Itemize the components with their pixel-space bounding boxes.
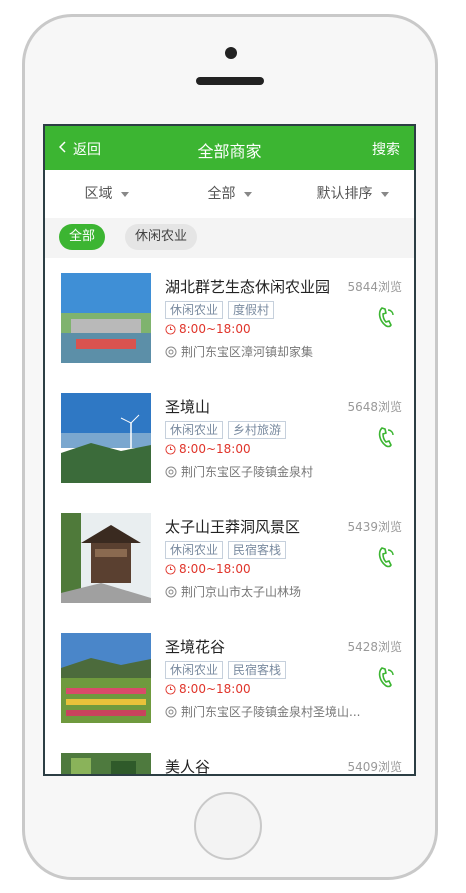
list-item[interactable]: 太子山王莽洞风景区 5439浏览 休闲农业 民宿客栈 8:00~18:00 荆门…	[45, 498, 414, 619]
category-labels: 休闲农业 乡村旅游	[165, 421, 287, 439]
opening-hours: 8:00~18:00	[165, 682, 251, 696]
list-item[interactable]: 美人谷 5409浏览	[45, 738, 414, 776]
address: 荆门东宝区漳河镇却家集	[165, 343, 313, 360]
merchant-name: 圣境花谷	[165, 638, 226, 656]
category-label: 休闲农业	[165, 421, 224, 439]
phone-call-icon[interactable]	[374, 664, 398, 690]
merchant-name: 太子山王莽洞风景区	[165, 518, 301, 536]
merchant-photo	[61, 513, 151, 603]
phone-call-icon[interactable]	[374, 424, 398, 450]
address: 荆门东宝区子陵镇金泉村	[165, 463, 313, 480]
clock-icon	[165, 323, 176, 335]
list-item[interactable]: 圣境山 5648浏览 休闲农业 乡村旅游 8:00~18:00 荆门东宝区子陵镇…	[45, 378, 414, 499]
tag-leisure-agriculture[interactable]: 休闲农业	[125, 224, 198, 250]
address-text: 荆门东宝区子陵镇金泉村	[181, 465, 314, 479]
sort-filter-label: 默认排序	[316, 186, 373, 202]
category-label: 休闲农业	[165, 301, 224, 319]
tag-all[interactable]: 全部	[59, 224, 106, 250]
view-count: 5409浏览	[347, 760, 402, 774]
tag-bar: 全部 休闲农业	[45, 218, 414, 258]
view-count: 5428浏览	[347, 640, 402, 654]
caret-down-icon	[243, 191, 252, 197]
hours-text: 8:00~18:00	[179, 682, 251, 696]
home-button[interactable]	[194, 792, 262, 860]
location-pin-icon	[165, 466, 177, 477]
clock-icon	[165, 443, 176, 455]
merchant-name: 美人谷	[165, 758, 211, 776]
caret-down-icon	[120, 191, 129, 197]
address: 荆门东宝区子陵镇金泉村圣境山...	[165, 703, 360, 720]
view-count: 5844浏览	[347, 280, 402, 294]
opening-hours: 8:00~18:00	[165, 562, 251, 576]
category-label: 休闲农业	[165, 661, 224, 679]
hours-text: 8:00~18:00	[179, 322, 251, 336]
page-title: 全部商家	[197, 142, 262, 161]
search-button[interactable]: 搜索	[372, 139, 400, 159]
filter-bar: 区域 全部 默认排序	[45, 170, 414, 218]
category-filter-label: 全部	[207, 186, 236, 202]
merchant-photo	[61, 273, 151, 363]
category-label: 乡村旅游	[228, 421, 287, 439]
address-text: 荆门东宝区漳河镇却家集	[181, 345, 314, 359]
area-filter-label: 区域	[84, 186, 113, 202]
phone-call-icon[interactable]	[374, 304, 398, 330]
opening-hours: 8:00~18:00	[165, 322, 251, 336]
caret-down-icon	[380, 191, 389, 197]
category-label: 度假村	[228, 301, 275, 319]
merchant-name: 湖北群艺生态休闲农业园	[165, 278, 331, 296]
camera-icon	[225, 47, 237, 59]
location-pin-icon	[165, 706, 177, 717]
location-pin-icon	[165, 346, 177, 357]
address: 荆门京山市太子山林场	[165, 583, 301, 600]
speaker-grille	[196, 77, 264, 85]
category-label: 休闲农业	[165, 541, 224, 559]
app-screen: 返回 全部商家 搜索 区域 全部 默认排序 全部 休闲农业 湖北群艺生态休闲农业…	[43, 124, 416, 776]
category-labels: 休闲农业 度假村	[165, 301, 275, 319]
address-text: 荆门东宝区子陵镇金泉村圣境山...	[181, 705, 361, 719]
address-text: 荆门京山市太子山林场	[181, 585, 302, 599]
merchant-name: 圣境山	[165, 398, 211, 416]
sort-filter[interactable]: 默认排序	[291, 170, 414, 218]
view-count: 5439浏览	[347, 520, 402, 534]
list-item[interactable]: 湖北群艺生态休闲农业园 5844浏览 休闲农业 度假村 8:00~18:00 荆…	[45, 258, 414, 379]
category-labels: 休闲农业 民宿客栈	[165, 661, 287, 679]
hours-text: 8:00~18:00	[179, 562, 251, 576]
merchant-photo	[61, 393, 151, 483]
view-count: 5648浏览	[347, 400, 402, 414]
merchant-photo	[61, 753, 151, 774]
opening-hours: 8:00~18:00	[165, 442, 251, 456]
clock-icon	[165, 683, 176, 695]
hours-text: 8:00~18:00	[179, 442, 251, 456]
category-filter[interactable]: 全部	[168, 170, 291, 218]
category-label: 民宿客栈	[228, 661, 287, 679]
list-item[interactable]: 圣境花谷 5428浏览 休闲农业 民宿客栈 8:00~18:00 荆门东宝区子陵…	[45, 618, 414, 739]
area-filter[interactable]: 区域	[45, 170, 168, 218]
category-label: 民宿客栈	[228, 541, 287, 559]
clock-icon	[165, 563, 176, 575]
phone-call-icon[interactable]	[374, 544, 398, 570]
top-nav-bar: 返回 全部商家 搜索	[45, 126, 414, 170]
merchant-photo	[61, 633, 151, 723]
category-labels: 休闲农业 民宿客栈	[165, 541, 287, 559]
location-pin-icon	[165, 586, 177, 597]
